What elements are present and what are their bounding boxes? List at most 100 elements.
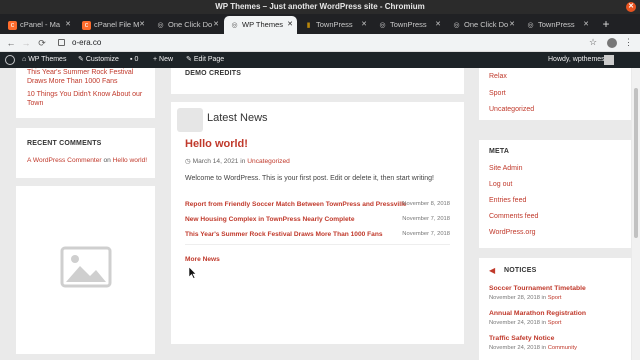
news-list-item[interactable]: Report from Friendly Soccer Match Betwee… <box>185 201 450 211</box>
page-scrollbar[interactable] <box>632 68 640 360</box>
forward-arrow-icon[interactable]: → <box>20 37 32 49</box>
tab-close-icon[interactable]: ✕ <box>65 16 71 34</box>
notice-in-text: in <box>541 295 547 301</box>
post-category-link[interactable]: Uncategorized <box>247 158 290 165</box>
customize-label: Customize <box>85 56 119 63</box>
notice-title-link[interactable]: Soccer Tournament Timetable <box>489 285 586 292</box>
meta-link[interactable]: Log out <box>489 180 512 189</box>
recent-comments-widget: RECENT COMMENTS A WordPress Commenter on… <box>16 128 155 178</box>
megaphone-icon: ◀ <box>489 266 496 275</box>
tab-close-icon[interactable]: ✕ <box>435 16 441 34</box>
url-field[interactable] <box>54 36 584 50</box>
window-titlebar: WP Themes – Just another WordPress site … <box>0 0 640 14</box>
meta-link[interactable]: Entries feed <box>489 196 526 205</box>
edit-page-item[interactable]: ✎ Edit Page <box>186 52 224 68</box>
window-close-button[interactable]: ✕ <box>626 2 636 12</box>
wp-admin-bar: ⌂ WP Themes ✎ Customize ▪ 0 + New ✎ Edit… <box>0 52 640 68</box>
meta-link[interactable]: Comments feed <box>489 212 538 221</box>
post-date: March 14, 2021 <box>192 158 239 165</box>
tab-label: WP Themes <box>242 20 283 29</box>
comments-item[interactable]: ▪ 0 <box>130 52 138 68</box>
meta-link[interactable]: WordPress.org <box>489 228 536 237</box>
image-placeholder-icon <box>60 246 112 288</box>
post-title-link[interactable]: Hello world! <box>185 138 248 150</box>
user-avatar[interactable] <box>604 55 614 65</box>
news-title-link[interactable]: This Year's Summer Rock Festival Draws M… <box>185 231 383 238</box>
image-placeholder-widget <box>16 186 155 354</box>
site-name-item[interactable]: ⌂ WP Themes <box>22 52 66 68</box>
category-link[interactable]: Sport <box>489 89 506 98</box>
back-arrow-icon[interactable]: ← <box>5 37 17 49</box>
category-link[interactable]: Relax <box>489 72 507 81</box>
tab-close-icon[interactable]: ✕ <box>583 16 589 34</box>
news-list-item[interactable]: New Housing Complex in TownPress Nearly … <box>185 216 450 226</box>
new-item[interactable]: + New <box>153 52 173 68</box>
tab-label: One Click Do <box>464 20 509 29</box>
post-excerpt: Welcome to WordPress. This is your first… <box>185 175 434 182</box>
browser-tab[interactable]: c cPanel File M ✕ <box>76 16 149 34</box>
notices-widget: ◀ NOTICES Soccer Tournament Timetable No… <box>479 258 631 360</box>
wordpress-logo-icon[interactable] <box>5 55 15 65</box>
latest-news-section: Latest News Hello world! ◷ March 14, 202… <box>171 102 464 344</box>
scrollbar-thumb[interactable] <box>634 88 638 238</box>
edit-page-label: Edit Page <box>193 56 225 63</box>
tab-close-icon[interactable]: ✕ <box>139 16 145 34</box>
url-text[interactable]: o-era.co <box>72 36 101 50</box>
pencil-icon: ✎ <box>78 56 84 63</box>
news-date: November 8, 2018 <box>402 201 450 207</box>
meta-widget: META Site Admin Log out Entries feed Com… <box>479 140 631 248</box>
notice-category-link[interactable]: Sport <box>548 320 562 326</box>
notice-category-link[interactable]: Community <box>548 345 577 351</box>
latest-news-title: Latest News <box>207 112 268 124</box>
home-icon: ⌂ <box>22 56 27 63</box>
wordpress-icon: ◎ <box>527 22 534 29</box>
demo-credits-section: DEMO CREDITS <box>171 68 464 94</box>
news-title-link[interactable]: New Housing Complex in TownPress Nearly … <box>185 216 355 223</box>
newspaper-icon <box>177 108 203 132</box>
post-in-text: in <box>240 158 246 165</box>
browser-tab[interactable]: ◎ TownPress ✕ <box>372 16 445 34</box>
browser-tab[interactable]: ▮ TownPress ✕ <box>298 16 371 34</box>
tab-close-icon[interactable]: ✕ <box>361 16 367 34</box>
news-list-item[interactable]: This Year's Summer Rock Festival Draws M… <box>185 231 450 241</box>
townpress-icon: ▮ <box>306 22 311 29</box>
reload-icon[interactable]: ⟳ <box>36 37 48 49</box>
tab-label: cPanel - Ma <box>20 20 61 29</box>
tab-close-icon[interactable]: ✕ <box>509 16 515 34</box>
menu-kebab-icon[interactable]: ⋮ <box>624 37 633 48</box>
recent-post-link[interactable]: 10 Things You Didn't Know About our Town <box>27 90 145 108</box>
profile-avatar[interactable] <box>607 38 617 48</box>
notice-title-link[interactable]: Annual Marathon Registration <box>489 310 586 317</box>
browser-tab-active[interactable]: ◎ WP Themes ✕ <box>224 16 297 34</box>
comments-count: 0 <box>134 56 139 63</box>
tab-close-icon[interactable]: ✕ <box>287 16 293 34</box>
bookmark-star-icon[interactable]: ☆ <box>589 37 597 48</box>
customize-item[interactable]: ✎ Customize <box>78 52 119 68</box>
comment-on-text: on <box>103 157 111 164</box>
browser-tab[interactable]: c cPanel - Ma ✕ <box>2 16 75 34</box>
lock-icon[interactable] <box>58 39 65 46</box>
notice-title-link[interactable]: Traffic Safety Notice <box>489 335 554 342</box>
howdy-label: Howdy, wpthemes <box>548 56 605 63</box>
address-bar: ← → ⟳ o-era.co ☆ ⋮ <box>0 34 640 52</box>
notice-date: November 24, 2018 <box>489 345 540 351</box>
browser-tab[interactable]: ◎ One Click Do ✕ <box>150 16 223 34</box>
howdy-item[interactable]: Howdy, wpthemes <box>548 52 605 68</box>
recent-post-link[interactable]: This Year's Summer Rock Festival Draws M… <box>27 68 145 86</box>
wordpress-icon: ◎ <box>453 22 460 29</box>
tab-label: One Click Do <box>168 20 213 29</box>
comment-post-link[interactable]: Hello world! <box>113 157 147 164</box>
more-news-link[interactable]: More News <box>185 256 220 263</box>
comment-author-link[interactable]: A WordPress Commenter <box>27 157 102 164</box>
new-label: New <box>159 56 174 63</box>
browser-tab[interactable]: ◎ One Click Do ✕ <box>446 16 519 34</box>
news-title-link[interactable]: Report from Friendly Soccer Match Betwee… <box>185 201 407 208</box>
window-title: WP Themes – Just another WordPress site … <box>215 2 425 11</box>
tab-close-icon[interactable]: ✕ <box>213 16 219 34</box>
browser-tab[interactable]: ◎ TownPress ✕ <box>520 16 593 34</box>
new-tab-button[interactable]: + <box>600 16 612 32</box>
category-link[interactable]: Uncategorized <box>489 105 534 114</box>
meta-link[interactable]: Site Admin <box>489 164 522 173</box>
categories-widget: Relax Sport Uncategorized <box>479 68 631 120</box>
notice-category-link[interactable]: Sport <box>548 295 562 301</box>
